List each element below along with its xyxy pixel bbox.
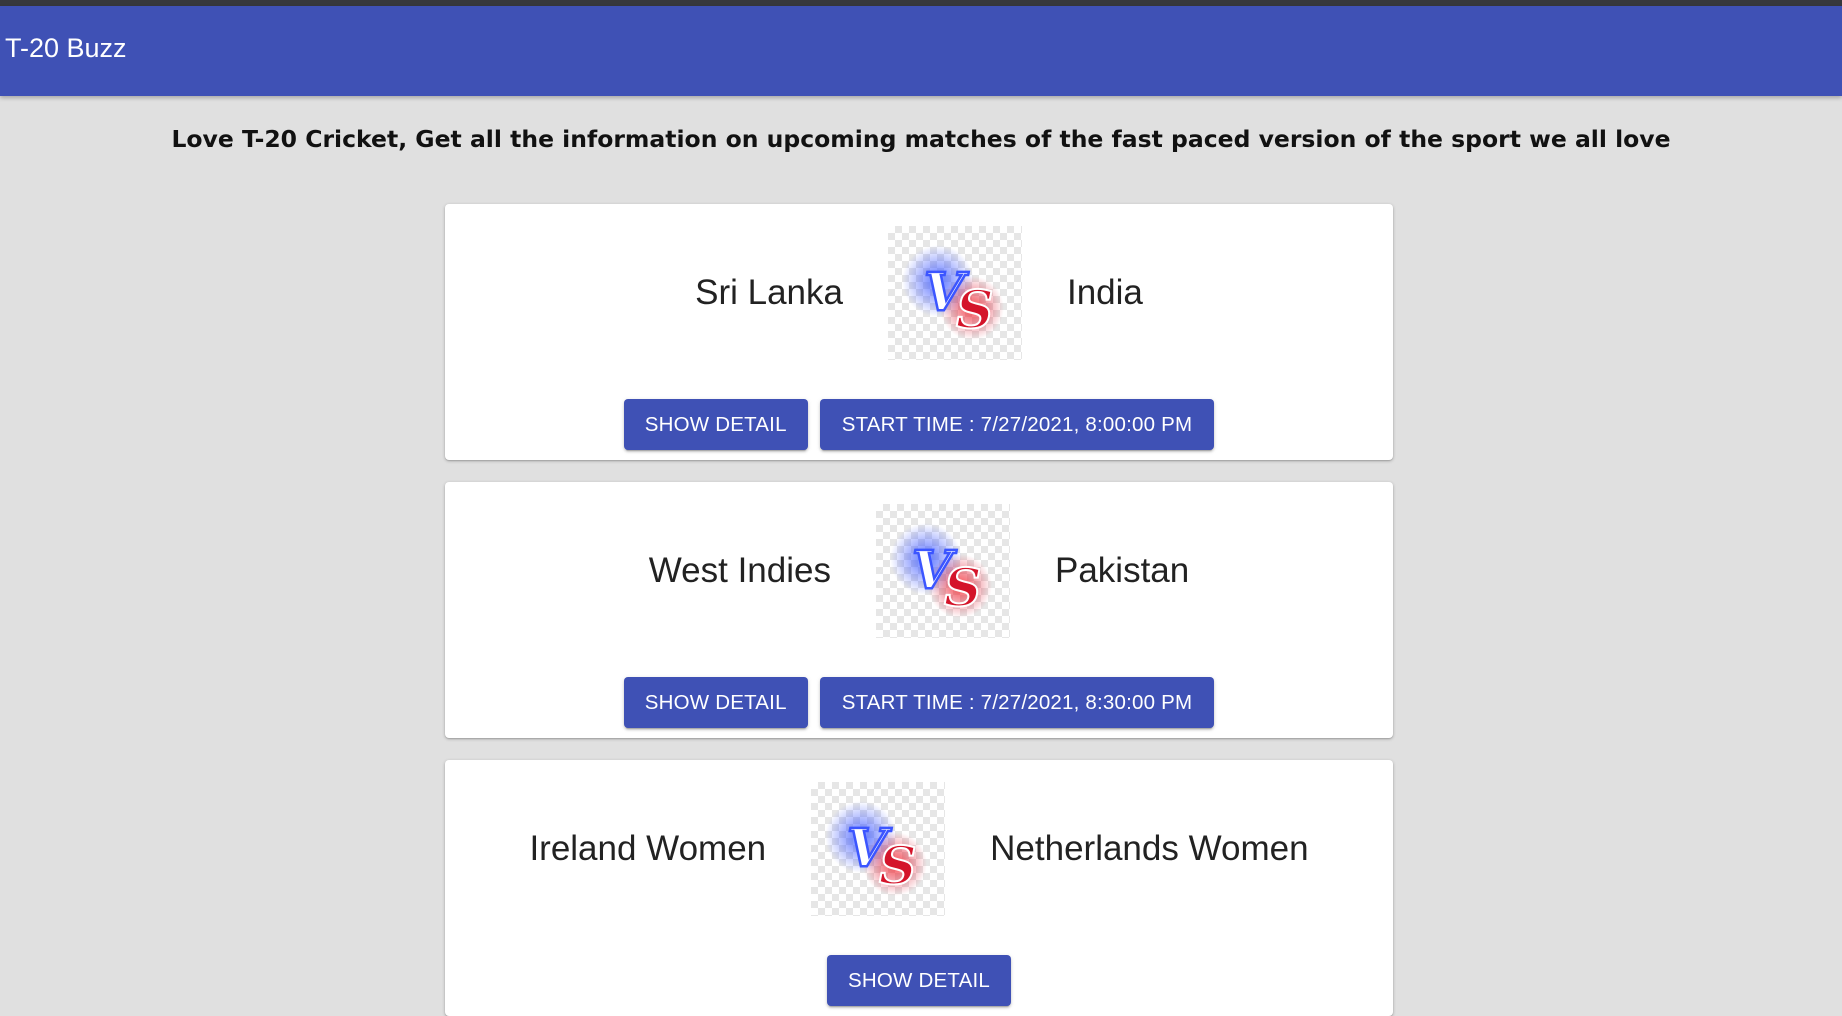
team-one-name: Ireland Women bbox=[529, 829, 767, 868]
team-two-name: Pakistan bbox=[1054, 551, 1190, 590]
card-actions: SHOW DETAIL START TIME : 7/27/2021, 8:00… bbox=[445, 399, 1393, 450]
show-detail-button[interactable]: SHOW DETAIL bbox=[827, 955, 1011, 1006]
matchup-row: Sri Lanka V S India bbox=[445, 226, 1393, 360]
vs-icon: V S bbox=[887, 226, 1022, 360]
show-detail-button[interactable]: SHOW DETAIL bbox=[623, 399, 808, 450]
matchup-row: Ireland Women V S Netherlands Women bbox=[445, 782, 1393, 916]
svg-text:S: S bbox=[944, 558, 982, 619]
match-card: Ireland Women V S Netherlands Women SHOW… bbox=[445, 760, 1393, 1016]
svg-text:S: S bbox=[956, 280, 994, 341]
match-card: Sri Lanka V S India SHOW DETAIL START TI… bbox=[445, 204, 1393, 460]
team-one-name: West Indies bbox=[648, 551, 831, 590]
card-actions: SHOW DETAIL START TIME : 7/27/2021, 8:30… bbox=[445, 677, 1393, 728]
team-one-name: Sri Lanka bbox=[695, 273, 843, 312]
team-two-name: Netherlands Women bbox=[990, 829, 1309, 868]
vs-icon: V S bbox=[875, 504, 1010, 638]
start-time-button[interactable]: START TIME : 7/27/2021, 8:30:00 PM bbox=[819, 677, 1215, 728]
match-card: West Indies V S Pakistan SHOW DETAIL STA… bbox=[445, 482, 1393, 738]
card-actions: SHOW DETAIL bbox=[445, 955, 1393, 1006]
team-two-name: India bbox=[1066, 273, 1143, 312]
start-time-button[interactable]: START TIME : 7/27/2021, 8:00:00 PM bbox=[819, 399, 1215, 450]
vs-icon: V S bbox=[811, 782, 946, 916]
page-tagline: Love T-20 Cricket, Get all the informati… bbox=[171, 125, 1671, 153]
app-title: T-20 Buzz bbox=[5, 32, 127, 63]
app-toolbar: T-20 Buzz bbox=[0, 6, 1842, 96]
show-detail-button[interactable]: SHOW DETAIL bbox=[623, 677, 808, 728]
matchup-row: West Indies V S Pakistan bbox=[445, 504, 1393, 638]
